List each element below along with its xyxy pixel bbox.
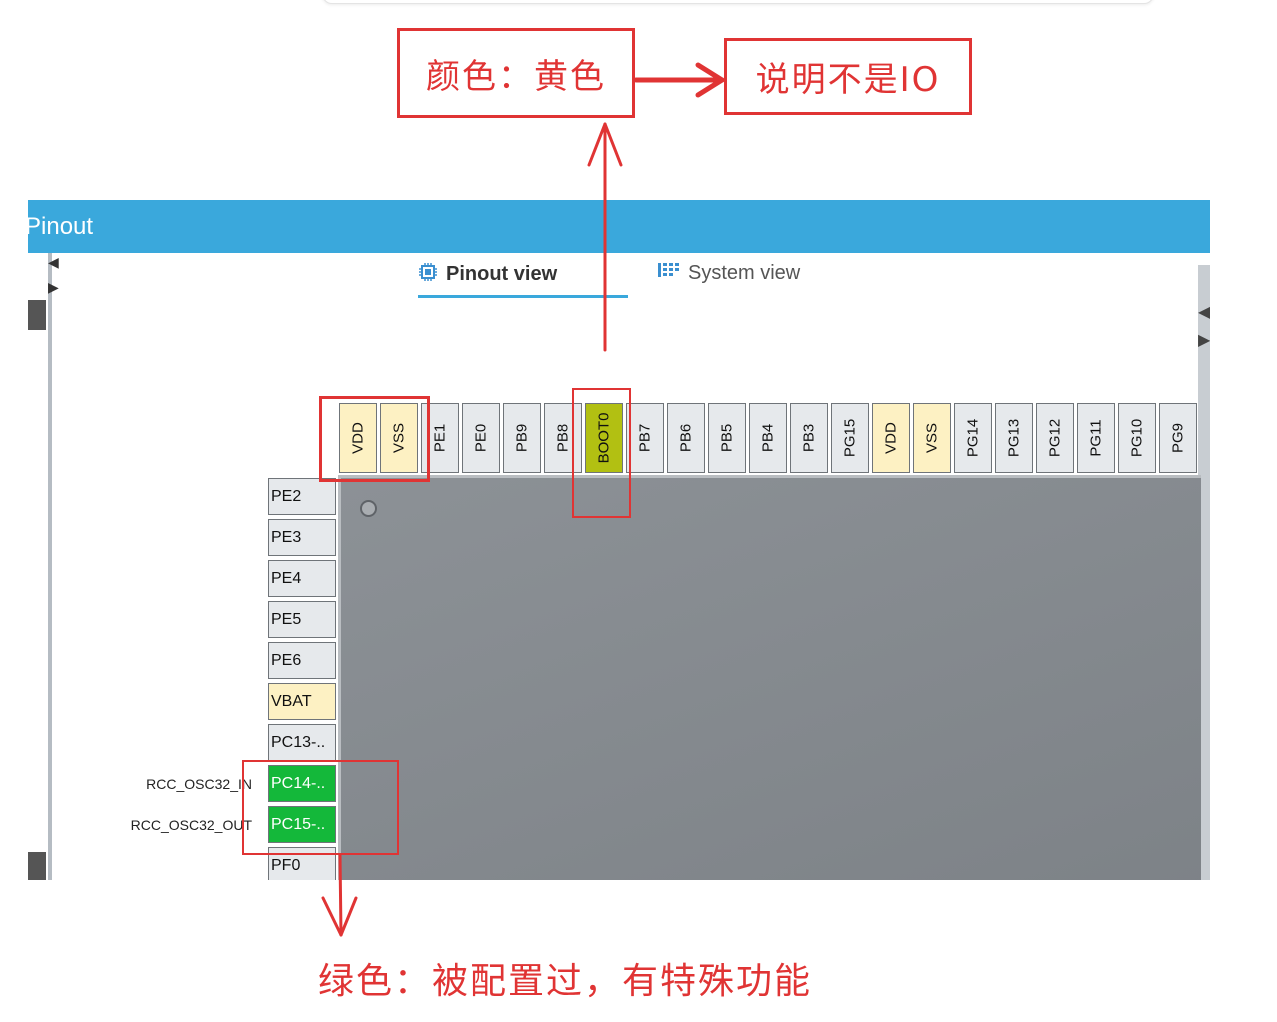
pin-pc13[interactable]: PC13-.. — [268, 724, 336, 761]
pin-vbat[interactable]: VBAT — [268, 683, 336, 720]
pinout-panel: Pinout ◀ ▶ ◀ ▶ Pinout view System view V… — [28, 200, 1210, 880]
grid-icon — [658, 263, 680, 287]
expand-right-icon[interactable]: ▶ — [1198, 330, 1210, 349]
annotation-yellow-box: 颜色：黄色 — [397, 28, 635, 118]
tab-system-view[interactable]: System view — [658, 262, 800, 287]
collapse-left-icon[interactable]: ◀ — [48, 255, 59, 271]
pin-pg12[interactable]: PG12 — [1036, 403, 1074, 473]
pin-pb9[interactable]: PB9 — [503, 403, 541, 473]
signal-label-osc32-out: RCC_OSC32_OUT — [130, 817, 252, 833]
left-scrollbar[interactable] — [48, 253, 52, 880]
arrow-right-head — [695, 62, 725, 98]
pin-vss-2[interactable]: VSS — [913, 403, 951, 473]
pin-pb4[interactable]: PB4 — [749, 403, 787, 473]
tab-system-label: System view — [688, 262, 801, 284]
pin-pe6[interactable]: PE6 — [268, 642, 336, 679]
tab-pinout-view[interactable]: Pinout view — [418, 262, 628, 298]
pin-pb6[interactable]: PB6 — [667, 403, 705, 473]
pin-pb3[interactable]: PB3 — [790, 403, 828, 473]
pin-pg14[interactable]: PG14 — [954, 403, 992, 473]
pin-pe0[interactable]: PE0 — [462, 403, 500, 473]
annotation-green-label: 绿色：被配置过，有特殊功能 — [318, 961, 813, 1002]
annotation-boot-box — [572, 388, 631, 518]
chip-icon — [418, 262, 438, 288]
pin1-marker — [360, 500, 377, 517]
pin-pg13[interactable]: PG13 — [995, 403, 1033, 473]
collapse-right-icon[interactable]: ◀ — [1198, 302, 1210, 321]
arrow-up-head — [587, 122, 623, 167]
pin-pg10[interactable]: PG10 — [1118, 403, 1156, 473]
annotation-green-box — [242, 760, 399, 855]
tab-pinout-label: Pinout view — [446, 263, 558, 285]
annotation-power-box — [319, 396, 430, 482]
panel-title: Pinout — [28, 213, 94, 240]
pin-pe5[interactable]: PE5 — [268, 601, 336, 638]
pin-vdd-2[interactable]: VDD — [872, 403, 910, 473]
pin-pe4[interactable]: PE4 — [268, 560, 336, 597]
pin-pe3[interactable]: PE3 — [268, 519, 336, 556]
pin-pe2[interactable]: PE2 — [268, 478, 336, 515]
pin-pg11[interactable]: PG11 — [1077, 403, 1115, 473]
pin-pg15[interactable]: PG15 — [831, 403, 869, 473]
annotation-not-io-box: 说明不是IO — [724, 38, 972, 115]
signal-label-osc32-in: RCC_OSC32_IN — [146, 776, 252, 792]
expand-left-icon[interactable]: ▶ — [48, 280, 59, 296]
pin-pb7[interactable]: PB7 — [626, 403, 664, 473]
left-scroll-handle[interactable] — [28, 300, 46, 330]
left-scroll-handle-bottom[interactable] — [28, 852, 46, 880]
pin-pb5[interactable]: PB5 — [708, 403, 746, 473]
panel-header: Pinout — [28, 200, 1210, 253]
pin-pg9[interactable]: PG9 — [1159, 403, 1197, 473]
arrow-down-head — [321, 896, 358, 937]
top-search-bar — [322, 0, 1154, 4]
chip-body — [338, 475, 1201, 880]
